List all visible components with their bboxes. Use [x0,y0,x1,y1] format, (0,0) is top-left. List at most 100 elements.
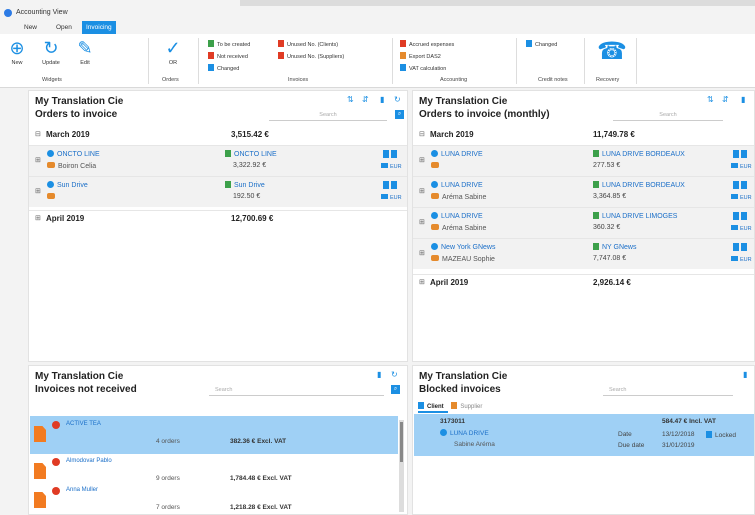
recovery-button[interactable]: ☎ [592,38,628,66]
list-item[interactable]: ACTIVE TEA 4 orders 382.36 € Excl. VAT [30,416,398,454]
search-icon[interactable]: ⌕ [391,385,400,394]
tab-new[interactable]: New [20,21,41,34]
ribbon-separator [516,38,517,84]
panel-company: My Translation Cie [419,371,508,382]
vat-icon [400,64,406,71]
invoice-icon [34,426,46,442]
export-icon [400,52,406,59]
document-icon[interactable] [733,150,739,158]
delete-icon[interactable]: ▮ [377,370,381,379]
refresh-icon[interactable]: ↻ [391,370,398,379]
credit-notes-changed-button[interactable]: Changed [526,40,557,48]
expand-icon[interactable]: ⊞ [35,156,41,164]
table-row[interactable]: ⊞ LUNA DRIVE Aréma Sabine LUNA DRIVE BOR… [413,176,754,207]
person-icon [47,181,54,188]
to-be-created-button[interactable]: To be created [208,40,250,48]
expand-icon[interactable]: ⊞ [419,187,425,195]
document-icon[interactable] [741,212,747,220]
orders-button[interactable]: ✓ OR [158,38,188,66]
document-icon[interactable] [741,243,747,251]
list-item[interactable]: Anna Muller 7 orders 1,218.28 € Excl. VA… [30,482,398,514]
phone-icon: ☎ [597,38,627,65]
group-row[interactable]: ⊟ March 2019 11,749.78 € [413,127,754,143]
search-input[interactable]: Search [603,384,733,396]
sort-icon[interactable]: ⇅ [347,95,354,104]
document-icon[interactable] [733,181,739,189]
scrollbar[interactable] [399,420,404,512]
collapse-icon[interactable]: ⊟ [419,130,425,138]
recovery-group-label: Recovery [596,77,620,83]
person-icon [431,212,438,219]
unused-clients-button[interactable]: Unused No. (Clients) [278,40,338,48]
supplier-icon [451,402,458,409]
table-row[interactable]: ⊞ Sun Drive Sun Drive 192.50 € EUR [29,176,407,207]
collapse-icon[interactable]: ⊟ [35,130,41,138]
search-input[interactable]: Search [269,109,387,121]
document-icon[interactable] [383,181,389,189]
expand-icon[interactable]: ⊞ [419,156,425,164]
list-item[interactable]: 3173011 LUNA DRIVE Sabine Aréma 584.47 €… [414,414,754,456]
document-icon[interactable] [741,150,747,158]
table-row[interactable]: ⊞ ONCTO LINE Boiron Celia ONCTO LINE 3,3… [29,145,407,176]
not-received-button[interactable]: Not received [208,52,248,60]
credit-note-icon [526,40,532,47]
currency-icon [381,163,388,168]
group-row[interactable]: ⊞ April 2019 12,700.69 € [29,210,407,226]
expand-icon[interactable]: ⊞ [419,218,425,226]
vat-calculation-button[interactable]: VAT calculation [400,64,446,72]
accrued-expenses-button[interactable]: Accrued expenses [400,40,454,48]
sort-multi-icon[interactable]: ⇵ [722,95,729,104]
currency-icon [731,163,738,168]
currency-icon [731,194,738,199]
refresh-icon[interactable]: ↻ [394,95,401,104]
panel-company: My Translation Cie [419,96,508,107]
document-icon[interactable] [733,212,739,220]
company-icon [593,243,599,250]
expand-icon[interactable]: ⊞ [419,278,425,286]
invoice-red-icon [208,52,214,59]
table-row[interactable]: ⊞ New York GNews MAZEAU Sophie NY GNews … [413,238,754,269]
search-icon[interactable]: ⌕ [395,110,404,119]
document-icon[interactable] [391,181,397,189]
search-input[interactable]: Search [613,109,723,121]
changed-invoices-button[interactable]: Changed [208,64,239,72]
check-circle-icon: ✓ [165,38,181,58]
expand-icon[interactable]: ⊞ [35,187,41,195]
person-icon [431,150,438,157]
group-row[interactable]: ⊟ March 2019 3,515.42 € [29,127,407,143]
unused-suppliers-button[interactable]: Unused No. (Suppliers) [278,52,344,60]
sort-multi-icon[interactable]: ⇵ [362,95,369,104]
ribbon: ⊕ New ↻ Update ✎ Edit Widgets ✓ OR Order… [0,34,755,88]
tab-invoicing[interactable]: Invoicing [82,21,116,34]
group-row[interactable]: ⊞ April 2019 2,926.14 € [413,274,754,290]
new-widget-button[interactable]: ⊕ New [4,38,30,66]
scrollbar-thumb[interactable] [400,422,403,462]
panel-company: My Translation Cie [35,371,124,382]
delete-icon[interactable]: ▮ [743,370,747,379]
accrued-expenses-icon [400,40,406,47]
ribbon-separator [392,38,393,84]
document-icon[interactable] [383,150,389,158]
tab-client[interactable]: Client [418,402,444,410]
sort-icon[interactable]: ⇅ [707,95,714,104]
table-row[interactable]: ⊞ LUNA DRIVE LUNA DRIVE BORDEAUX 277.53 … [413,145,754,176]
edit-widget-button[interactable]: ✎ Edit [72,38,98,66]
contacts-icon [47,162,55,168]
search-input[interactable]: Search [209,384,384,396]
document-icon[interactable] [391,150,397,158]
credit-notes-group-label: Credit notes [538,77,568,83]
orders-to-invoice-monthly-panel: My Translation Cie Orders to invoice (mo… [412,90,755,362]
document-icon[interactable] [733,243,739,251]
update-widget-button[interactable]: ↻ Update [36,38,66,66]
expand-icon[interactable]: ⊞ [419,249,425,257]
document-icon[interactable] [741,181,747,189]
company-icon [225,150,231,157]
delete-icon[interactable]: ▮ [380,95,384,104]
delete-icon[interactable]: ▮ [741,95,745,104]
ribbon-separator [148,38,149,84]
expand-icon[interactable]: ⊞ [35,214,41,222]
export-das2-button[interactable]: Export DAS2 [400,52,441,60]
tab-supplier[interactable]: Supplier [451,402,482,410]
table-row[interactable]: ⊞ LUNA DRIVE Aréma Sabine LUNA DRIVE LIM… [413,207,754,238]
tab-open[interactable]: Open [52,21,76,34]
